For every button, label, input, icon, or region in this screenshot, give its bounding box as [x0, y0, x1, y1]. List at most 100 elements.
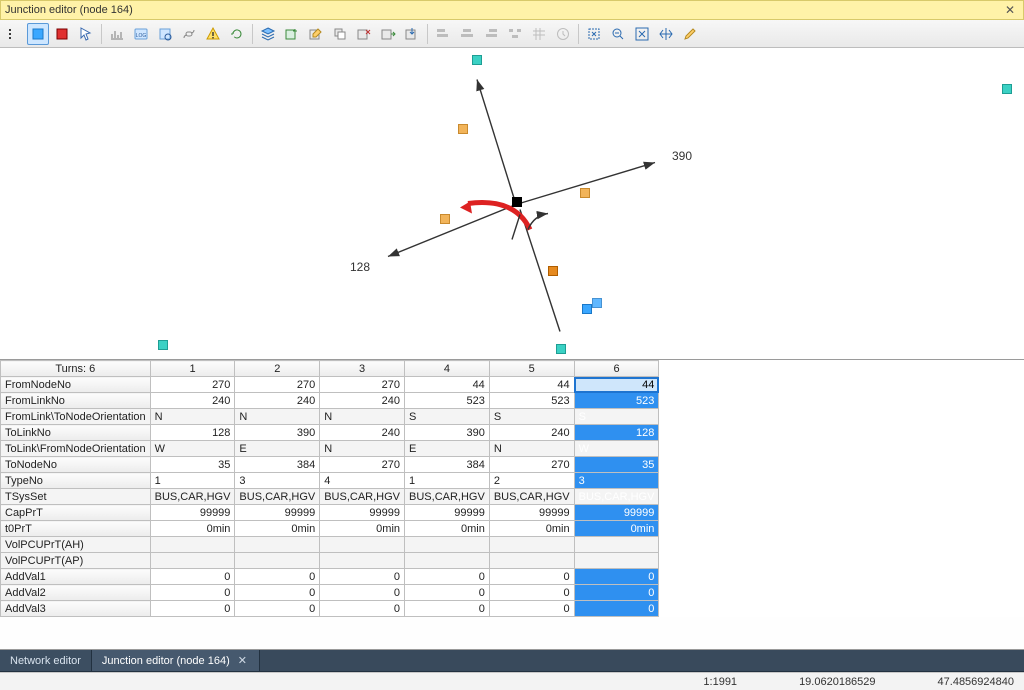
record-icon[interactable]	[51, 23, 73, 45]
grid-row-header[interactable]: ToLinkNo	[1, 425, 151, 441]
grid-cell[interactable]: 0	[574, 585, 659, 601]
grid-cell[interactable]: 523	[574, 393, 659, 409]
node-marker[interactable]	[548, 266, 558, 276]
grid-cell[interactable]: S	[574, 409, 659, 425]
grid-col-header[interactable]: 1	[150, 361, 235, 377]
grid-cell[interactable]: 240	[489, 425, 574, 441]
grid-cell[interactable]: 99999	[489, 505, 574, 521]
grid-cell[interactable]: 0min	[320, 521, 405, 537]
grid-cell[interactable]: 99999	[235, 505, 320, 521]
grid-cell[interactable]: 44	[405, 377, 490, 393]
browse-icon[interactable]	[154, 23, 176, 45]
grid-cell[interactable]: W	[574, 441, 659, 457]
grid-col-header[interactable]: 5	[489, 361, 574, 377]
warning-icon[interactable]	[202, 23, 224, 45]
grid-cell[interactable]: 523	[405, 393, 490, 409]
grid-cell[interactable]: BUS,CAR,HGV	[150, 489, 235, 505]
grid-cell[interactable]: BUS,CAR,HGV	[320, 489, 405, 505]
node-marker[interactable]	[158, 340, 168, 350]
grid-icon[interactable]	[528, 23, 550, 45]
grid-cell[interactable]: 0	[574, 601, 659, 617]
grid-cell[interactable]: 523	[489, 393, 574, 409]
clock-icon[interactable]	[552, 23, 574, 45]
grid-cell[interactable]: N	[320, 441, 405, 457]
grid-cell[interactable]: S	[405, 409, 490, 425]
grid-row-header[interactable]: ToLink\FromNodeOrientation	[1, 441, 151, 457]
close-icon[interactable]: ✕	[1001, 3, 1019, 17]
grid-col-header[interactable]: 3	[320, 361, 405, 377]
fit-view-icon[interactable]	[583, 23, 605, 45]
grid-cell[interactable]: 2	[489, 473, 574, 489]
copy-node-icon[interactable]	[329, 23, 351, 45]
grid-cell[interactable]: 44	[489, 377, 574, 393]
grid-row-header[interactable]: VolPCUPrT(AP)	[1, 553, 151, 569]
grid-cell[interactable]: 35	[574, 457, 659, 473]
turns-grid[interactable]: Turns: 6123456FromNodeNo270270270444444F…	[0, 360, 1024, 650]
grid-cell[interactable]: 0	[235, 601, 320, 617]
grid-cell[interactable]: 0	[489, 585, 574, 601]
grid-cell[interactable]: 390	[235, 425, 320, 441]
grid-cell[interactable]: 128	[574, 425, 659, 441]
node-marker[interactable]	[472, 55, 482, 65]
grid-cell[interactable]: 0	[150, 601, 235, 617]
align-center-icon[interactable]	[456, 23, 478, 45]
grid-row-header[interactable]: t0PrT	[1, 521, 151, 537]
grid-cell[interactable]: 0	[235, 569, 320, 585]
grid-cell[interactable]: N	[489, 441, 574, 457]
grid-cell[interactable]: 99999	[320, 505, 405, 521]
grid-cell[interactable]: 99999	[150, 505, 235, 521]
node-marker[interactable]	[1002, 84, 1012, 94]
align-left-icon[interactable]	[432, 23, 454, 45]
grid-cell[interactable]	[489, 553, 574, 569]
grid-cell[interactable]: 0min	[405, 521, 490, 537]
grid-cell[interactable]: 0	[320, 569, 405, 585]
node-marker[interactable]	[556, 344, 566, 354]
add-node-icon[interactable]	[281, 23, 303, 45]
grid-cell[interactable]: BUS,CAR,HGV	[405, 489, 490, 505]
grid-cell[interactable]	[235, 537, 320, 553]
link-icon[interactable]	[178, 23, 200, 45]
grid-cell[interactable]: 240	[150, 393, 235, 409]
grid-cell[interactable]: 35	[150, 457, 235, 473]
edit-icon[interactable]	[679, 23, 701, 45]
grid-row-header[interactable]: FromNodeNo	[1, 377, 151, 393]
grid-cell[interactable]: 0	[150, 569, 235, 585]
node-marker[interactable]	[580, 188, 590, 198]
zoom-full-icon[interactable]	[631, 23, 653, 45]
move-node-icon[interactable]	[377, 23, 399, 45]
grid-cell[interactable]: 99999	[405, 505, 490, 521]
grid-cell[interactable]: E	[405, 441, 490, 457]
grid-cell[interactable]: 0	[320, 601, 405, 617]
grid-cell[interactable]: 0	[405, 585, 490, 601]
junction-center[interactable]	[512, 197, 522, 207]
grid-cell[interactable]: BUS,CAR,HGV	[235, 489, 320, 505]
layers-icon[interactable]	[257, 23, 279, 45]
grid-row-header[interactable]: AddVal3	[1, 601, 151, 617]
delete-node-icon[interactable]	[353, 23, 375, 45]
grid-cell[interactable]: 270	[150, 377, 235, 393]
grid-cell[interactable]	[489, 537, 574, 553]
zoom-out-icon[interactable]	[607, 23, 629, 45]
grid-cell[interactable]: 240	[320, 425, 405, 441]
tab-close-icon[interactable]: ✕	[236, 654, 249, 667]
grid-cell[interactable]: 270	[235, 377, 320, 393]
grid-cell[interactable]: 240	[320, 393, 405, 409]
grid-cell[interactable]: 0	[320, 585, 405, 601]
grid-row-header[interactable]: TSysSet	[1, 489, 151, 505]
grid-row-header[interactable]: AddVal1	[1, 569, 151, 585]
edit-node-icon[interactable]	[305, 23, 327, 45]
grid-cell[interactable]: N	[150, 409, 235, 425]
grid-col-header[interactable]: 2	[235, 361, 320, 377]
grid-cell[interactable]: 0min	[574, 521, 659, 537]
grid-cell[interactable]	[574, 537, 659, 553]
junction-diagram[interactable]: 128 390	[0, 48, 1024, 360]
refresh-icon[interactable]	[226, 23, 248, 45]
grid-row-header[interactable]: TypeNo	[1, 473, 151, 489]
grid-cell[interactable]: 0min	[489, 521, 574, 537]
grid-cell[interactable]: 3	[235, 473, 320, 489]
grid-cell[interactable]: 0	[574, 569, 659, 585]
drag-handle-icon[interactable]	[3, 23, 25, 45]
select-tool-icon[interactable]	[27, 23, 49, 45]
align-right-icon[interactable]	[480, 23, 502, 45]
grid-cell[interactable]: 0	[405, 601, 490, 617]
